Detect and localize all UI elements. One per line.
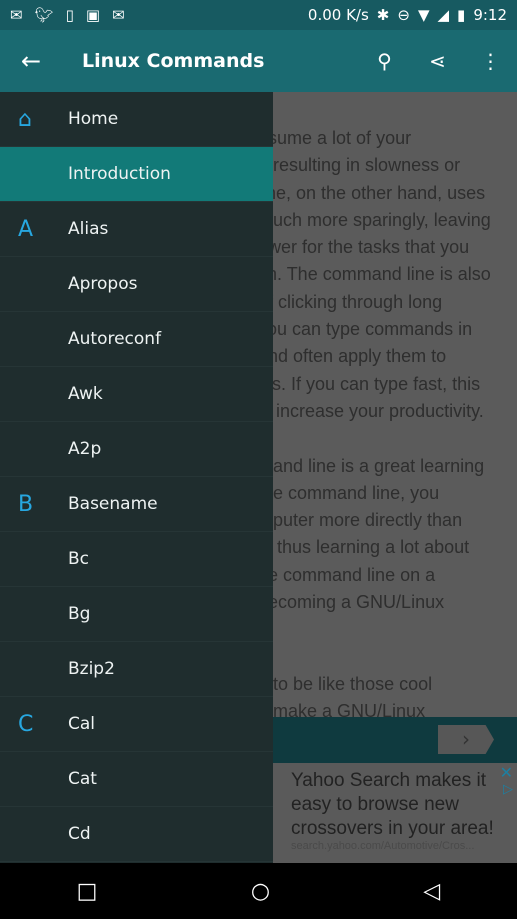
drawer-item-label: Alias <box>68 219 109 239</box>
drawer-item-cd[interactable]: Cd <box>0 807 273 862</box>
next-button[interactable]: › <box>438 725 494 754</box>
drawer-item-label: Awk <box>68 384 103 404</box>
section-letter: C <box>18 711 34 737</box>
drawer-item-label: Bzip2 <box>68 659 115 679</box>
drawer-item-basename[interactable]: B Basename <box>0 477 273 532</box>
dnd-icon: ⊖ <box>397 6 410 24</box>
search-icon[interactable]: ⚲ <box>358 49 411 73</box>
drawer-item-cal[interactable]: C Cal <box>0 697 273 752</box>
image-icon: ▣ <box>85 6 101 24</box>
drawer-item-label: Cd <box>68 824 91 844</box>
drawer-item-label: Basename <box>68 494 158 514</box>
drawer-item-label: A2p <box>68 439 102 459</box>
drawer-item-label: Bc <box>68 549 90 569</box>
drawer-item-bzip2[interactable]: Bzip2 <box>0 642 273 697</box>
bluetooth-icon: ✱ <box>376 6 390 24</box>
drawer-item-label: Cal <box>68 714 96 734</box>
phone-icon: ▯ <box>65 6 74 24</box>
page-title: Linux Commands <box>82 50 265 72</box>
ad-url: search.yahoo.com/Automotive/Cros... <box>291 840 475 852</box>
chevron-right-icon: › <box>462 727 470 751</box>
back-arrow-icon[interactable]: ← <box>0 47 62 75</box>
drawer-item-cat[interactable]: Cat <box>0 752 273 807</box>
clock: 9:12 <box>473 6 507 24</box>
section-letter: B <box>18 491 34 517</box>
close-ad-icon[interactable]: ✕ <box>500 763 513 783</box>
share-icon[interactable]: ⋖ <box>411 49 464 73</box>
drawer-item-autoreconf[interactable]: Autoreconf <box>0 312 273 367</box>
app-bar: ← Linux Commands ⚲ ⋖ ⋮ <box>0 30 517 92</box>
section-letter: A <box>18 216 34 242</box>
drawer-item-a2p[interactable]: A2p <box>0 422 273 477</box>
home-icon: ⌂ <box>18 106 32 132</box>
home-button[interactable]: ○ <box>251 879 270 904</box>
ad-text: Yahoo Search makes it easy to browse new… <box>291 770 494 839</box>
drawer-item-alias[interactable]: A Alias <box>0 202 273 257</box>
battery-icon: ▮ <box>457 6 466 24</box>
drawer-item-apropos[interactable]: Apropos <box>0 257 273 312</box>
system-nav-bar: □ ○ ◁ <box>0 863 517 919</box>
drawer-item-introduction[interactable]: Introduction <box>0 147 273 202</box>
status-bar: ✉ 🐦︎ ▯ ▣ ✉ 0.00 K/s ✱ ⊖ ▼ ◢ ▮ 9:12 <box>0 0 517 30</box>
drawer-item-awk[interactable]: Awk <box>0 367 273 422</box>
mail-icon: ✉ <box>10 6 23 24</box>
adchoices-icon[interactable]: ▷ <box>503 781 513 797</box>
navigation-drawer: ⌂ Home Introduction A Alias Apropos Autoreconf… <box>0 92 273 863</box>
drawer-item-label: Cat <box>68 769 97 789</box>
back-button[interactable]: ◁ <box>423 879 440 904</box>
drawer-item-label: Bg <box>68 604 91 624</box>
wifi-icon: ▼ <box>417 6 430 24</box>
twitter-icon: 🐦︎ <box>34 6 54 24</box>
drawer-item-bc[interactable]: Bc <box>0 532 273 587</box>
drawer-item-label: Home <box>68 109 119 129</box>
recents-button[interactable]: □ <box>77 879 98 904</box>
drawer-item-home[interactable]: ⌂ Home <box>0 92 273 147</box>
more-options-icon[interactable]: ⋮ <box>464 49 517 73</box>
net-speed: 0.00 K/s <box>307 6 369 24</box>
mail-icon: ✉ <box>112 6 125 24</box>
signal-icon: ◢ <box>437 6 450 24</box>
drawer-item-bg[interactable]: Bg <box>0 587 273 642</box>
drawer-item-label: Apropos <box>68 274 138 294</box>
drawer-item-label: Autoreconf <box>68 329 162 349</box>
drawer-item-label: Introduction <box>68 164 171 184</box>
